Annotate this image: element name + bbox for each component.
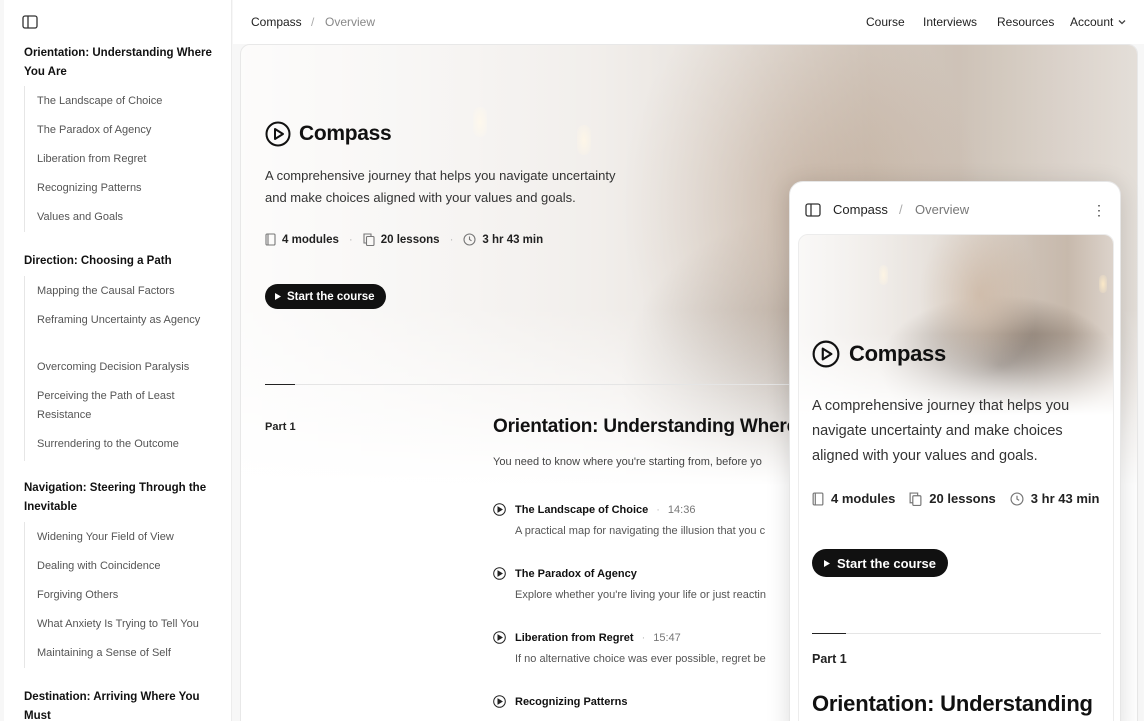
part-label: Part 1 (812, 652, 847, 666)
stat-modules-label: 4 modules (282, 233, 339, 246)
play-circle-icon (493, 631, 506, 644)
copy-icon (909, 491, 922, 506)
sidebar-item[interactable]: Surrendering to the Outcome (37, 435, 217, 454)
lesson-title: Recognizing Patterns (515, 695, 628, 708)
breadcrumb-separator: / (899, 202, 903, 217)
book-icon (812, 491, 824, 506)
nav-resources[interactable]: Resources (997, 15, 1054, 29)
mobile-course-card: Compass A comprehensive journey that hel… (798, 234, 1114, 721)
lesson-title: The Landscape of Choice (515, 503, 649, 516)
sidebar-item[interactable]: Maintaining a Sense of Self (37, 644, 217, 663)
sidebar-item[interactable]: The Paradox of Agency (37, 121, 217, 140)
course-logo: Compass (265, 121, 392, 147)
stat-lessons: 20 lessons (363, 233, 440, 246)
mobile-preview: Compass / Overview ⋮ Compass A comprehen… (789, 181, 1121, 721)
start-course-label: Start the course (837, 555, 936, 571)
play-circle-icon (493, 567, 506, 580)
copy-icon (363, 233, 375, 246)
play-circle-icon (265, 121, 291, 147)
stat-modules: 4 modules (812, 491, 895, 506)
breadcrumb-course[interactable]: Compass (251, 15, 302, 29)
play-circle-icon (812, 340, 840, 368)
sidebar-toggle-icon[interactable] (22, 15, 38, 29)
stat-lessons-label: 20 lessons (929, 491, 996, 506)
start-course-button[interactable]: Start the course (265, 284, 386, 309)
chevron-down-icon (1118, 20, 1126, 25)
tagline-line: A comprehensive journey that helps you n… (265, 168, 616, 183)
play-circle-icon (493, 503, 506, 516)
breadcrumb-separator: / (311, 15, 315, 29)
divider (846, 633, 1101, 634)
sidebar: Orientation: Understanding Where You Are… (4, 0, 232, 721)
course-name: Compass (299, 122, 392, 145)
stat-modules: 4 modules (265, 233, 339, 246)
breadcrumb-course[interactable]: Compass (833, 202, 888, 217)
sidebar-section-title[interactable]: Orientation: Understanding Where You Are (24, 44, 224, 82)
sidebar-item[interactable]: Recognizing Patterns (37, 179, 217, 198)
stat-lessons: 20 lessons (909, 491, 996, 506)
course-tagline: A comprehensive journey that helps you n… (812, 398, 1070, 464)
sidebar-item[interactable]: The Landscape of Choice (37, 92, 217, 111)
nav-course[interactable]: Course (866, 15, 905, 29)
nav-account-label: Account (1070, 15, 1114, 29)
stat-duration-label: 3 hr 43 min (1030, 491, 1100, 506)
sidebar-item[interactable]: What Anxiety Is Trying to Tell You (37, 615, 217, 634)
module-description: You need to know where you're starting f… (493, 456, 762, 468)
stat-modules-label: 4 modules (831, 491, 896, 506)
breadcrumb-current: Overview (915, 202, 970, 217)
sidebar-section-title[interactable]: Destination: Arriving Where You Must (24, 688, 224, 721)
divider (265, 384, 295, 385)
sidebar-item[interactable]: Reframing Uncertainty as Agency (37, 311, 217, 330)
stat-lessons-label: 20 lessons (380, 233, 440, 246)
lesson-duration: 15:47 (642, 632, 681, 644)
lesson-title: Liberation from Regret (515, 631, 634, 644)
course-tagline: A comprehensive journey that helps you n… (265, 165, 645, 209)
top-bar: Compass / Overview Course Interviews Res… (233, 0, 1144, 44)
stat-duration: 3 hr 43 min (1010, 491, 1100, 506)
mobile-header: Compass / Overview ⋮ (790, 182, 1120, 234)
sidebar-item[interactable]: Overcoming Decision Paralysis (37, 358, 217, 377)
sidebar-item[interactable]: Forgiving Others (37, 586, 217, 605)
book-icon (265, 233, 276, 246)
sidebar-item[interactable]: Perceiving the Path of Least Resistance (37, 387, 217, 425)
hero-overlay (799, 235, 1113, 415)
sidebar-section-list: The Landscape of Choice The Paradox of A… (24, 86, 224, 232)
play-icon (824, 559, 830, 567)
sidebar-toggle-icon[interactable] (805, 203, 821, 217)
tagline-line: and make choices aligned with your value… (265, 190, 576, 205)
course-logo: Compass (812, 340, 946, 368)
part-label: Part 1 (265, 421, 296, 433)
sidebar-item[interactable]: Widening Your Field of View (37, 528, 217, 547)
sidebar-item[interactable]: Values and Goals (37, 208, 217, 227)
more-options-icon[interactable]: ⋮ (1092, 202, 1106, 219)
course-stats: 4 modules · 20 lessons · 3 hr 43 min (265, 233, 543, 246)
breadcrumb-current: Overview (325, 15, 376, 29)
clock-icon (1010, 491, 1024, 506)
course-name: Compass (849, 341, 946, 366)
start-course-label: Start the course (287, 290, 375, 303)
lesson-duration: 14:36 (656, 504, 696, 516)
course-stats: 4 modules 20 lessons 3 hr 43 min (812, 491, 1099, 506)
sidebar-section-list: Widening Your Field of View Dealing with… (24, 522, 224, 668)
sidebar-item[interactable]: Mapping the Causal Factors (37, 282, 217, 301)
nav-interviews[interactable]: Interviews (923, 15, 977, 29)
nav-account[interactable]: Account (1070, 15, 1126, 29)
play-icon (275, 293, 281, 300)
stat-separator: · (348, 233, 353, 246)
module-title: Orientation: Understanding (812, 691, 1093, 716)
stat-duration: 3 hr 43 min (463, 233, 543, 246)
play-circle-icon (493, 695, 506, 708)
lesson-title: The Paradox of Agency (515, 567, 637, 580)
sidebar-item[interactable]: Dealing with Coincidence (37, 557, 217, 576)
stat-duration-label: 3 hr 43 min (482, 233, 544, 246)
start-course-button[interactable]: Start the course (812, 549, 948, 577)
stat-separator: · (449, 233, 454, 246)
sidebar-section-title[interactable]: Direction: Choosing a Path (24, 252, 224, 271)
divider (812, 633, 846, 634)
module-title: Orientation: Understanding Where Y (493, 416, 815, 437)
sidebar-item[interactable]: Liberation from Regret (37, 150, 217, 169)
sidebar-section-title[interactable]: Navigation: Steering Through the Inevita… (24, 479, 224, 517)
sidebar-section-list: Mapping the Causal Factors Reframing Unc… (24, 276, 224, 461)
clock-icon (463, 233, 476, 246)
